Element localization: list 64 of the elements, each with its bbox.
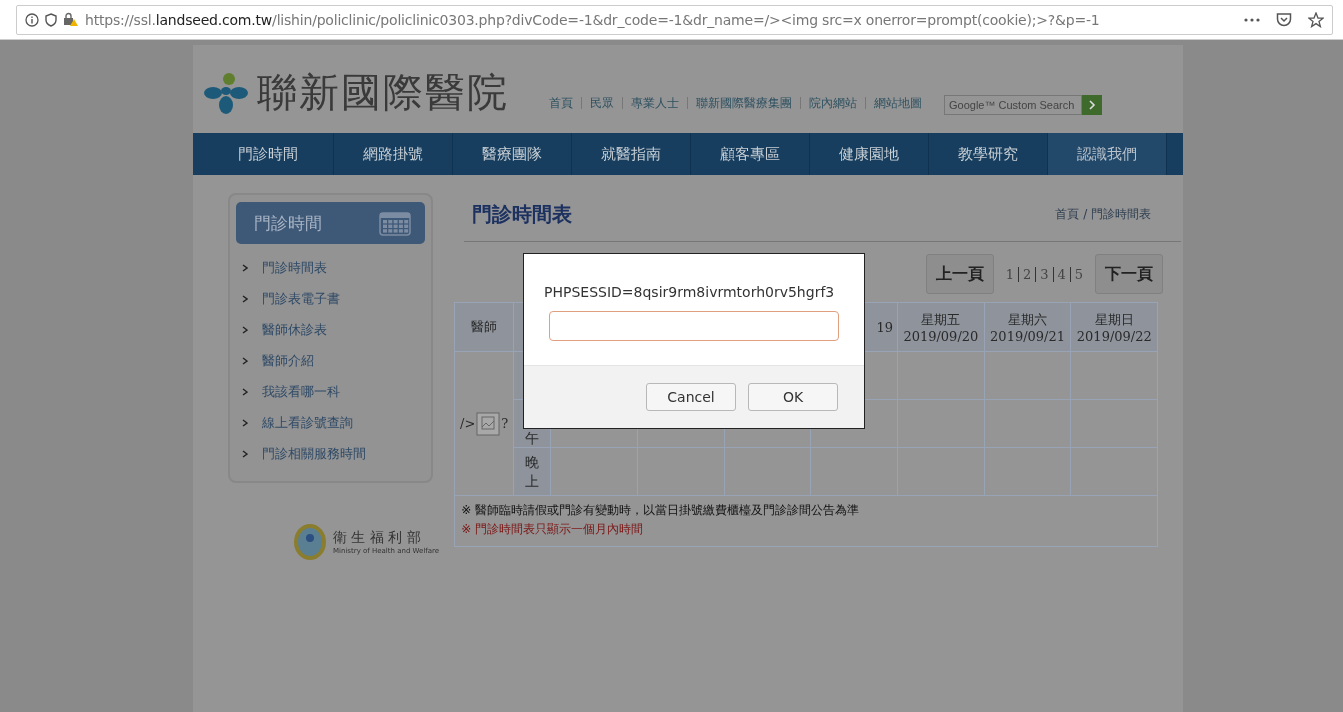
chevron-icon bbox=[242, 263, 248, 272]
table-header-cell: 星期六 2019/09/21 bbox=[984, 303, 1071, 351]
sidebar-link[interactable]: 門診表電子書 bbox=[236, 283, 425, 314]
doctor-name-text: ? bbox=[501, 416, 509, 431]
chevron-icon bbox=[242, 387, 248, 396]
page-link[interactable]: 1 bbox=[1001, 266, 1018, 282]
chevron-icon bbox=[242, 325, 248, 334]
table-note: ※ 門診時間表只顯示一個月內時間 bbox=[461, 521, 644, 538]
shield-icon[interactable] bbox=[45, 12, 57, 27]
page-link[interactable]: 2 bbox=[1018, 266, 1036, 282]
top-link[interactable]: 首頁 bbox=[541, 97, 581, 109]
time-slot-cell: 晚上 bbox=[514, 448, 551, 495]
table-header-cell: 星期日 2019/09/22 bbox=[1071, 303, 1158, 351]
sidebar-link[interactable]: 醫師休診表 bbox=[236, 314, 425, 345]
doctor-name-text: /> bbox=[460, 416, 476, 431]
nav-tab[interactable]: 認識我們 bbox=[1048, 133, 1167, 175]
hospital-name: 聯新國際醫院 bbox=[257, 68, 509, 117]
info-icon[interactable] bbox=[25, 12, 39, 27]
pocket-icon[interactable] bbox=[1276, 12, 1292, 27]
table-header-cell: 星期五 2019/09/20 bbox=[898, 303, 984, 351]
ok-button[interactable]: OK bbox=[748, 383, 838, 411]
page-link[interactable]: 5 bbox=[1069, 266, 1088, 282]
sidebar-link[interactable]: 門診相關服務時間 bbox=[236, 438, 425, 469]
nav-tab[interactable]: 醫療團隊 bbox=[453, 133, 572, 175]
page-title: 門診時間表 bbox=[472, 200, 573, 228]
top-link[interactable]: 民眾 bbox=[581, 97, 622, 109]
top-link[interactable]: 院內網站 bbox=[800, 97, 865, 109]
sidebar-link[interactable]: 醫師介紹 bbox=[236, 345, 425, 376]
search-field[interactable]: Google™ Custom Search bbox=[944, 95, 1082, 115]
next-page-button[interactable]: 下一頁 bbox=[1095, 254, 1164, 294]
ministry-seal-icon bbox=[293, 523, 327, 561]
page-link[interactable]: 4 bbox=[1052, 266, 1070, 282]
chevron-icon bbox=[242, 418, 248, 427]
ministry-name: 衛 生 福 利 部 bbox=[333, 529, 422, 547]
nav-tab[interactable]: 門診時間 bbox=[193, 133, 334, 175]
bookmark-star-icon[interactable] bbox=[1308, 11, 1324, 28]
sidebar-link[interactable]: 線上看診號查詢 bbox=[236, 407, 425, 438]
lock-warning-icon[interactable] bbox=[63, 12, 79, 27]
nav-tab[interactable]: 健康園地 bbox=[810, 133, 929, 175]
top-link[interactable]: 專業人士 bbox=[622, 97, 687, 109]
sidebar-title: 門診時間 bbox=[254, 211, 322, 235]
table-header-cell: 醫師 bbox=[455, 303, 514, 351]
nav-tab[interactable]: 網路掛號 bbox=[334, 133, 453, 175]
sidebar-link[interactable]: 門診時間表 bbox=[236, 252, 425, 283]
page-link[interactable]: 3 bbox=[1035, 266, 1053, 282]
chevron-icon bbox=[1088, 100, 1096, 110]
dialog-message: PHPSESSID=8qsir9rm8ivrmtorh0rv5hgrf3 bbox=[544, 284, 836, 300]
chevron-icon bbox=[242, 356, 248, 365]
chevron-icon bbox=[242, 449, 248, 458]
nav-tab[interactable]: 就醫指南 bbox=[572, 133, 691, 175]
calendar-icon bbox=[379, 210, 411, 236]
table-note: ※ 醫師臨時請假或門診有變動時，以當日掛號繳費櫃檯及門診診間公告為準 bbox=[461, 502, 860, 519]
hospital-logo-icon bbox=[203, 70, 249, 115]
top-link[interactable]: 網站地圖 bbox=[865, 97, 930, 109]
top-link[interactable]: 聯新國際醫療集團 bbox=[687, 97, 800, 109]
prompt-input-field[interactable] bbox=[549, 311, 839, 341]
more-icon[interactable] bbox=[1244, 17, 1260, 22]
previous-page-button[interactable]: 上一頁 bbox=[925, 254, 994, 294]
broken-image-icon bbox=[476, 411, 501, 436]
chevron-icon bbox=[242, 294, 248, 303]
search-go-button[interactable] bbox=[1082, 95, 1102, 115]
cancel-button[interactable]: Cancel bbox=[646, 383, 736, 411]
nav-tab[interactable]: 顧客專區 bbox=[691, 133, 810, 175]
breadcrumb: 首頁 / 門診時間表 bbox=[1055, 205, 1152, 223]
